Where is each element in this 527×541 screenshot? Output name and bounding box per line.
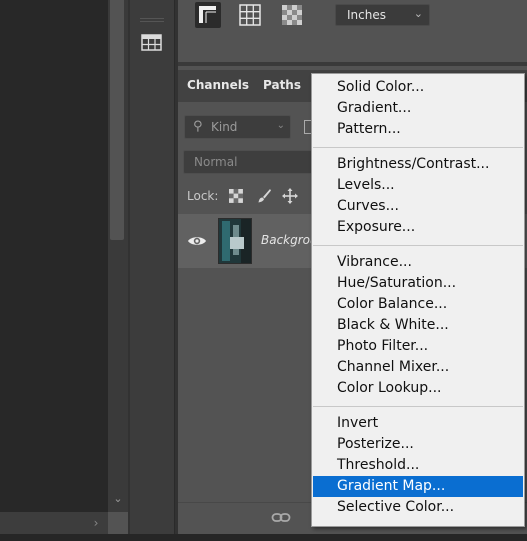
grid-icon[interactable]: [237, 2, 263, 28]
menu-item-invert[interactable]: Invert: [313, 413, 523, 434]
menu-item-photo-filter[interactable]: Photo Filter...: [313, 336, 523, 357]
layer-thumbnail[interactable]: [218, 218, 252, 264]
menu-item-black-white[interactable]: Black & White...: [313, 315, 523, 336]
grip-handle[interactable]: [140, 18, 164, 22]
menu-item-channel-mixer[interactable]: Channel Mixer...: [313, 357, 523, 378]
lock-label: Lock:: [187, 189, 219, 203]
tab-channels[interactable]: Channels: [182, 70, 254, 102]
tab-paths[interactable]: Paths: [256, 70, 308, 102]
menu-item-brightness-contrast[interactable]: Brightness/Contrast...: [313, 154, 523, 175]
menu-item-pattern[interactable]: Pattern...: [313, 119, 523, 140]
canvas-area[interactable]: [0, 0, 108, 512]
lock-pixels-icon[interactable]: [255, 187, 273, 205]
table-icon[interactable]: [139, 32, 165, 54]
menu-item-gradient-map[interactable]: Gradient Map...: [313, 476, 523, 497]
blend-mode-value: Normal: [194, 155, 238, 169]
window-bottom-edge: [0, 534, 527, 541]
menu-separator: [313, 245, 523, 246]
menu-item-color-balance[interactable]: Color Balance...: [313, 294, 523, 315]
menu-item-levels[interactable]: Levels...: [313, 175, 523, 196]
scrollbar-thumb[interactable]: [110, 0, 124, 240]
menu-separator: [313, 406, 523, 407]
panel-dock: [130, 0, 175, 534]
blend-mode-select[interactable]: Normal: [183, 150, 313, 174]
menu-separator: [313, 147, 523, 148]
eye-visibility-icon[interactable]: [186, 232, 208, 250]
adjustment-layer-menu: Solid Color... Gradient... Pattern... Br…: [311, 73, 525, 527]
layer-kind-filter[interactable]: ⚲ Kind ⌄: [184, 115, 291, 139]
corner-crop-icon[interactable]: [195, 2, 221, 28]
menu-item-solid-color[interactable]: Solid Color...: [313, 77, 523, 98]
menu-item-curves[interactable]: Curves...: [313, 196, 523, 217]
lock-transparency-icon[interactable]: [227, 187, 245, 205]
menu-item-threshold[interactable]: Threshold...: [313, 455, 523, 476]
menu-item-exposure[interactable]: Exposure...: [313, 217, 523, 238]
menu-item-posterize[interactable]: Posterize...: [313, 434, 523, 455]
chevron-down-icon: ⌄: [413, 7, 423, 20]
search-icon: ⚲: [193, 119, 203, 134]
menu-item-vibrance[interactable]: Vibrance...: [313, 252, 523, 273]
menu-item-color-lookup[interactable]: Color Lookup...: [313, 378, 523, 399]
lock-position-icon[interactable]: [281, 187, 299, 205]
units-select[interactable]: Inches ⌄: [335, 4, 430, 26]
menu-item-selective-color[interactable]: Selective Color...: [313, 497, 523, 518]
status-arrow-icon[interactable]: ›: [86, 512, 106, 534]
layer-name[interactable]: Background: [261, 233, 311, 247]
link-layers-icon[interactable]: [271, 508, 291, 528]
kind-filter-label: Kind: [211, 120, 238, 134]
menu-item-gradient[interactable]: Gradient...: [313, 98, 523, 119]
chevron-down-icon: ⌄: [276, 120, 285, 131]
scroll-down-icon[interactable]: ⌄: [108, 490, 128, 508]
units-select-value: Inches: [347, 8, 386, 22]
menu-item-hue-saturation[interactable]: Hue/Saturation...: [313, 273, 523, 294]
checkerboard-icon[interactable]: [279, 2, 305, 28]
